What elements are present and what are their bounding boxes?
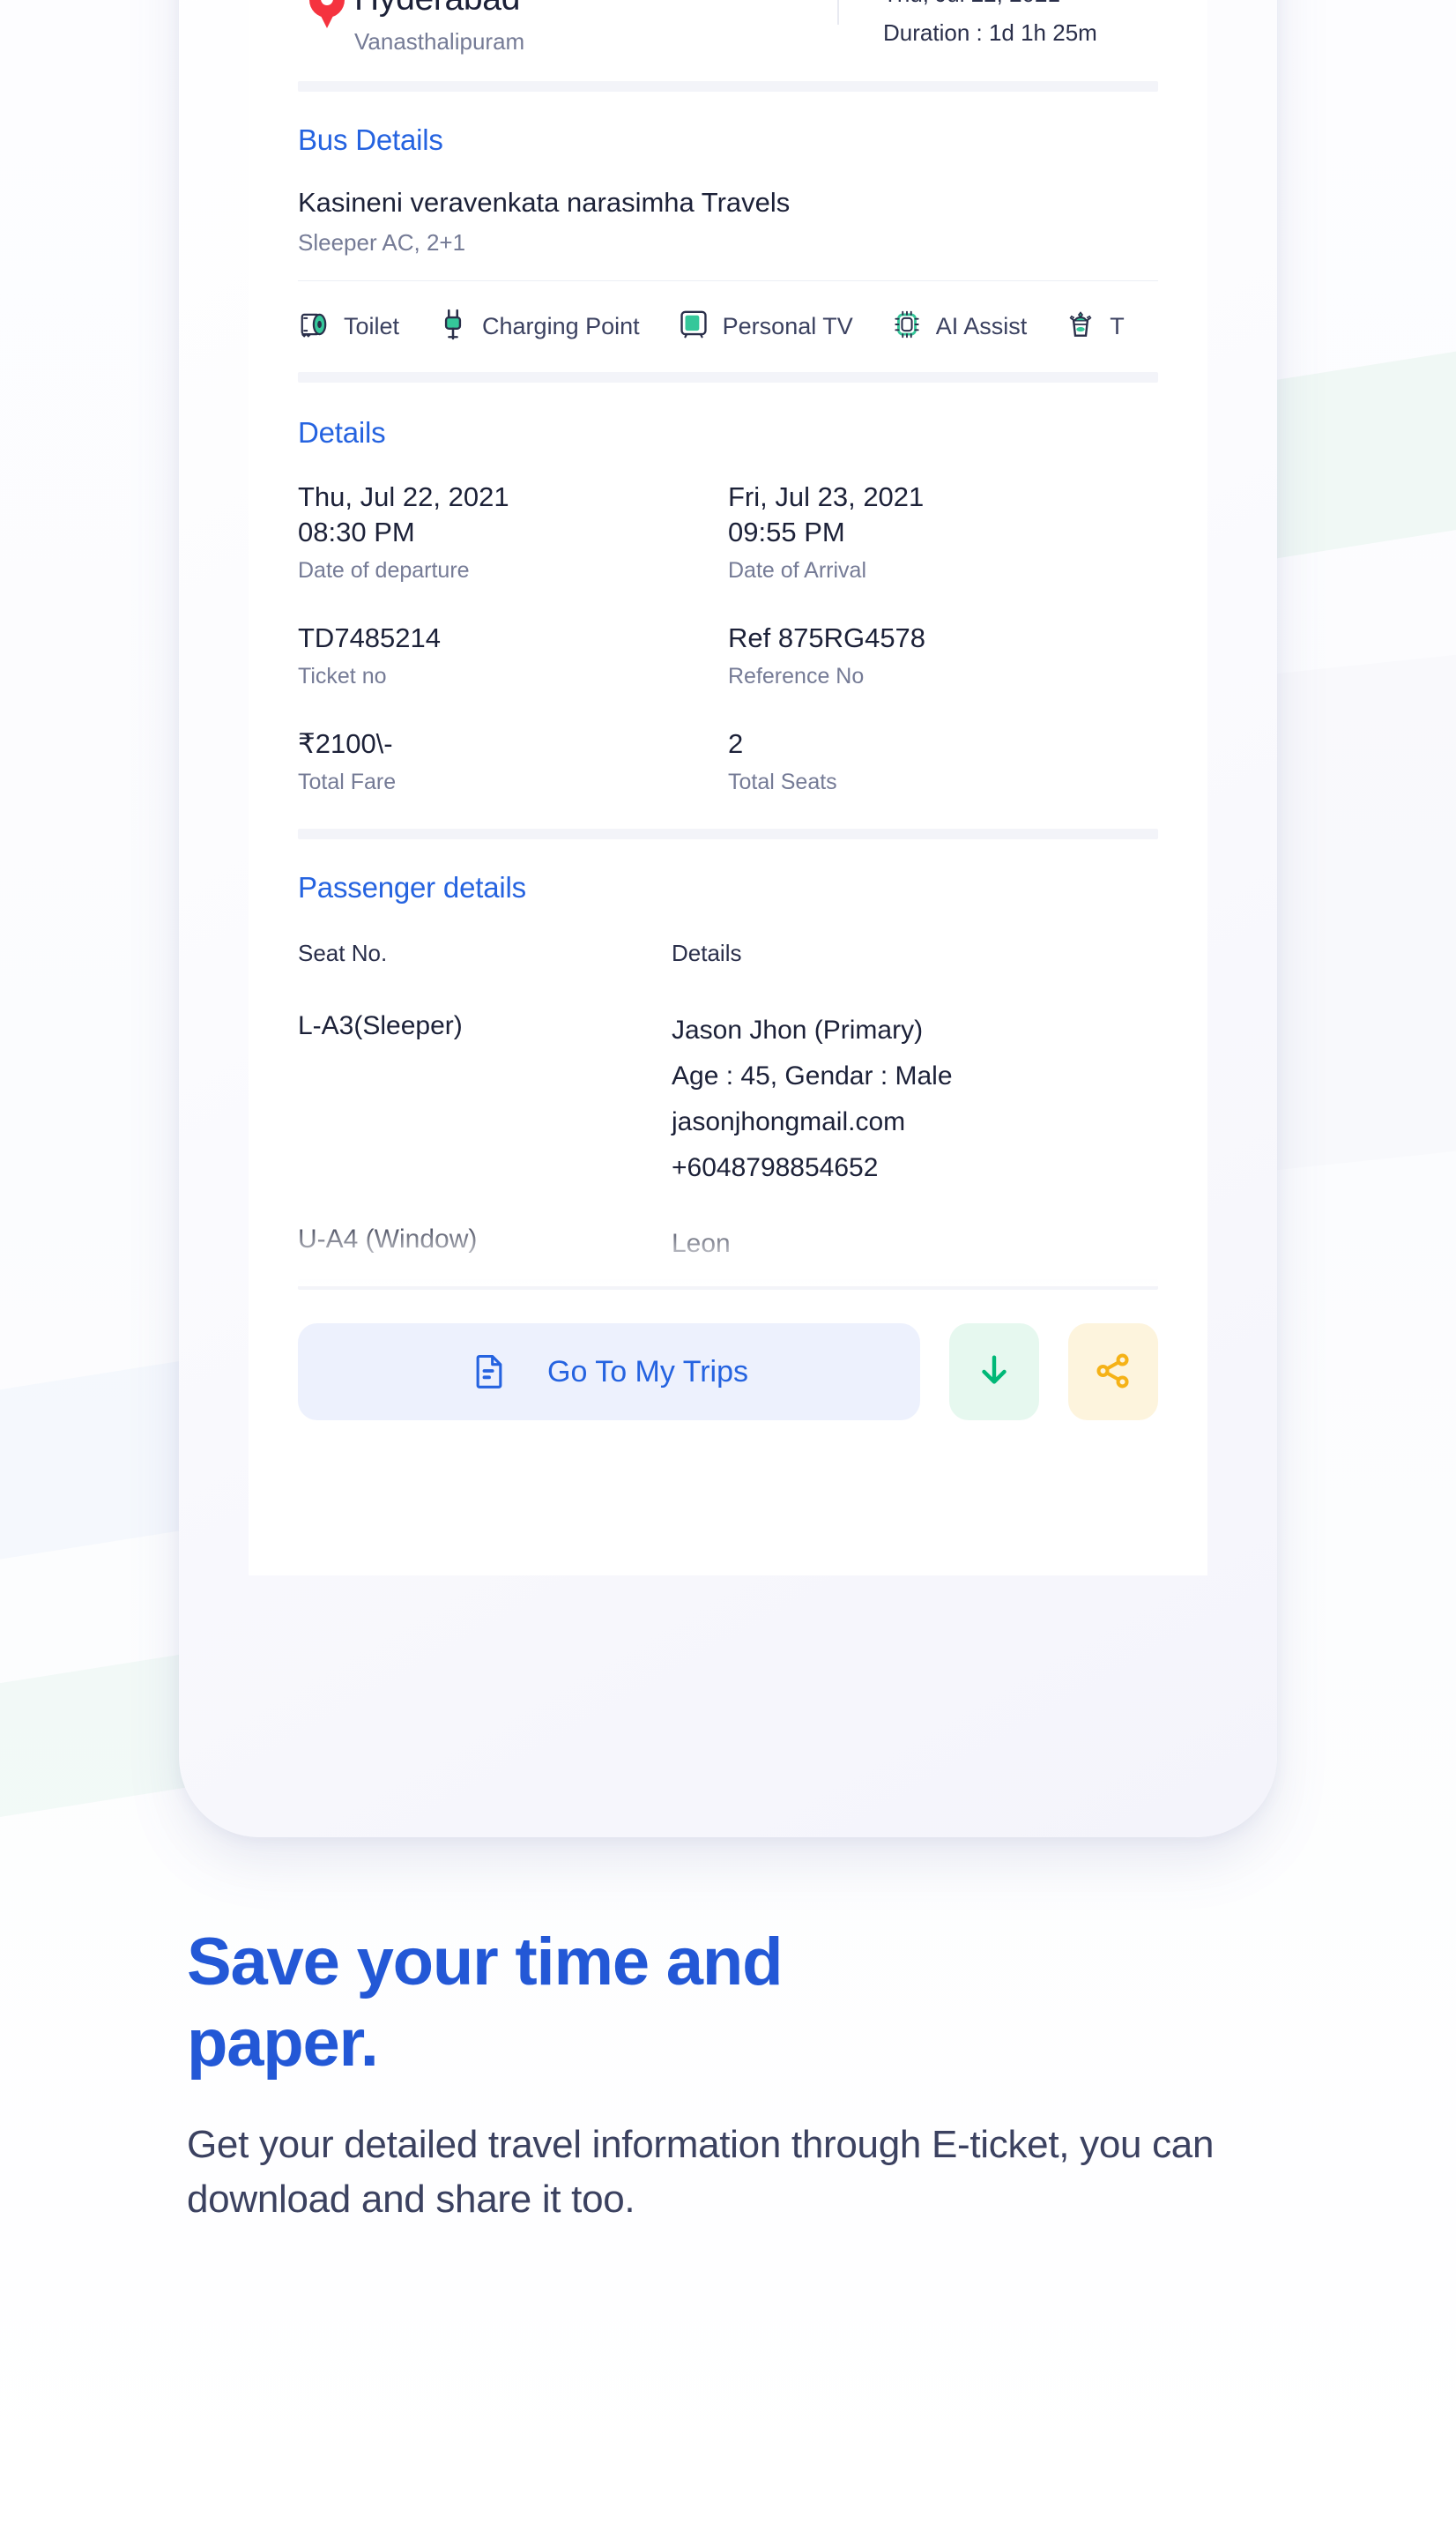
amenity-personal-tv: Personal TV [677, 308, 853, 346]
headline-line-1: Save your time and [187, 1925, 784, 1999]
column-header-seat: Seat No. [298, 940, 388, 966]
action-bar: Go To My Trips [249, 1290, 1207, 1420]
details-title: Details [298, 416, 386, 449]
passenger-name: Jason Jhon (Primary) [672, 1016, 924, 1045]
boarding-info: Boarding Time 08:30 PM Thu, Jul 22, 2021… [837, 0, 1097, 55]
departure-block: Thu, Jul 22, 2021 08:30 PM Date of depar… [298, 480, 728, 584]
details-row-fare: ₹2100\- Total Fare 2 Total Seats [298, 726, 1158, 795]
passenger-phone: +6048798854652 [672, 1153, 879, 1182]
amenity-snacks: T [1064, 308, 1125, 346]
total-seats: 2 [728, 728, 744, 759]
reference-block: Ref 875RG4578 Reference No [728, 621, 1158, 689]
arrival-block: Fri, Jul 23, 2021 09:55 PM Date of Arriv… [728, 480, 1158, 584]
trip-duration: Duration : 1d 1h 25m [883, 19, 1097, 46]
passenger-details-title: Passenger details [298, 871, 526, 904]
document-icon [470, 1351, 509, 1393]
page-root: Dwaraka Tirumala Ramavarapadu Ring Road … [0, 0, 1456, 2539]
section-divider-4 [298, 1279, 1158, 1290]
amenities-row: Toilet Charging Point Personal TV AI Ass… [298, 281, 1207, 372]
phone-screen: Dwaraka Tirumala Ramavarapadu Ring Road … [249, 0, 1207, 1575]
amenity-charging-point: Charging Point [436, 308, 640, 346]
arrival-date: Fri, Jul 23, 2021 [728, 481, 925, 512]
section-divider-1 [298, 81, 1158, 92]
passenger-section: Passenger details Seat No. Details L-A3(… [249, 839, 1207, 1286]
amenity-label: Toilet [344, 313, 400, 339]
departure-date: Thu, Jul 22, 2021 [298, 481, 509, 512]
phone-mockup: Dwaraka Tirumala Ramavarapadu Ring Road … [179, 0, 1277, 1837]
download-button[interactable] [949, 1323, 1039, 1420]
section-divider-2 [298, 372, 1158, 383]
reference-label: Reference No [728, 664, 865, 689]
passenger-email: jasonjhongmail.com [672, 1107, 906, 1136]
ticket-number: TD7485214 [298, 622, 442, 653]
share-button[interactable] [1068, 1323, 1158, 1420]
destination-pin-icon [309, 0, 345, 28]
section-divider-3 [298, 829, 1158, 839]
total-fare-label: Total Fare [298, 770, 397, 794]
amenities-section: Toilet Charging Point Personal TV AI Ass… [249, 281, 1207, 372]
amenity-ai-assist: AI Assist [890, 308, 1028, 346]
vertical-divider [837, 0, 839, 25]
route-section: Dwaraka Tirumala Ramavarapadu Ring Road … [249, 0, 1207, 55]
amenity-label: Personal TV [722, 313, 853, 339]
details-row-ids: TD7485214 Ticket no Ref 875RG4578 Refere… [298, 621, 1158, 689]
passenger-age-gender: Age : 45, Gendar : Male [672, 1061, 953, 1091]
marketing-copy: Save your time and paper. Get your detai… [187, 1922, 1244, 2227]
passenger-name: Leon [672, 1229, 731, 1258]
destination-city: Hyderabad [354, 0, 837, 19]
departure-label: Date of departure [298, 558, 470, 583]
passenger-seat: U-A4 (Window) [298, 1225, 478, 1254]
column-header-details: Details [672, 940, 742, 966]
toilet-icon [298, 308, 331, 346]
go-to-my-trips-button[interactable]: Go To My Trips [298, 1323, 920, 1420]
seats-block: 2 Total Seats [728, 726, 1158, 795]
arrival-label: Date of Arrival [728, 558, 867, 583]
amenity-label: AI Assist [935, 313, 1028, 339]
reference-number: Ref 875RG4578 [728, 622, 926, 653]
share-icon [1093, 1351, 1133, 1394]
boarding-date: Thu, Jul 22, 2021 [883, 0, 1097, 7]
destination-stop: Hyderabad Vanasthalipuram [354, 0, 837, 55]
amenity-label: Charging Point [482, 313, 640, 339]
snacks-icon [1064, 308, 1097, 346]
passenger-table-header: Seat No. Details [298, 940, 1158, 967]
total-fare: ₹2100\- [298, 728, 393, 759]
total-seats-label: Total Seats [728, 770, 837, 794]
departure-time: 08:30 PM [298, 517, 415, 547]
headline-line-2: paper. [187, 2006, 379, 2081]
passenger-row-faded: U-A4 (Window) Leon [249, 1216, 1207, 1286]
passenger-row: L-A3(Sleeper) Jason Jhon (Primary) Age :… [298, 1008, 1158, 1191]
route-markers [307, 0, 345, 44]
ticket-label: Ticket no [298, 664, 387, 689]
route-stops: Dwaraka Tirumala Ramavarapadu Ring Road … [298, 0, 837, 55]
bus-type: Sleeper AC, 2+1 [298, 229, 466, 256]
bus-operator-name: Kasineni veravenkata narasimha Travels [298, 187, 791, 218]
details-row-dates: Thu, Jul 22, 2021 08:30 PM Date of depar… [298, 480, 1158, 584]
amenity-toilet: Toilet [298, 308, 399, 346]
destination-stop-name: Vanasthalipuram [354, 28, 525, 55]
marketing-body: Get your detailed travel information thr… [187, 2123, 1215, 2221]
passenger-seat: L-A3(Sleeper) [298, 1011, 463, 1040]
ticket-block: TD7485214 Ticket no [298, 621, 728, 689]
bus-details-title: Bus Details [298, 123, 443, 156]
charging-point-icon [436, 308, 470, 346]
download-arrow-icon [974, 1351, 1014, 1394]
ai-assist-icon [890, 308, 924, 346]
route-block: Dwaraka Tirumala Ramavarapadu Ring Road … [298, 0, 1158, 55]
details-section: Details Thu, Jul 22, 2021 08:30 PM Date … [249, 383, 1207, 795]
bus-details-section: Bus Details Kasineni veravenkata narasim… [249, 92, 1207, 256]
fare-block: ₹2100\- Total Fare [298, 726, 728, 795]
arrival-time: 09:55 PM [728, 517, 845, 547]
go-to-my-trips-label: Go To My Trips [547, 1354, 748, 1389]
passenger-info: Jason Jhon (Primary) Age : 45, Gendar : … [672, 1008, 953, 1191]
amenity-label: T [1110, 313, 1125, 339]
personal-tv-icon [677, 308, 710, 346]
